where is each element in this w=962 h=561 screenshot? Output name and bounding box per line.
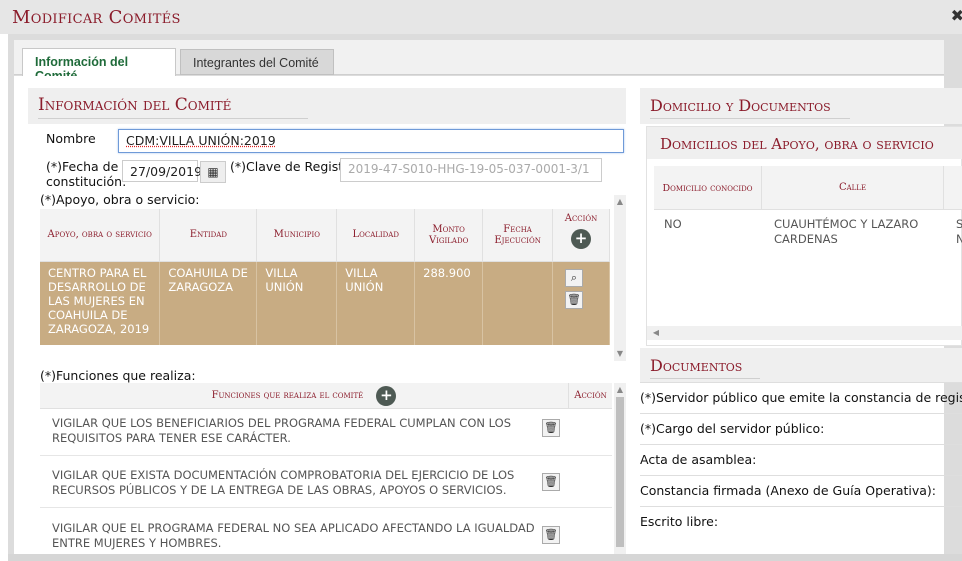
bottom-border	[8, 554, 962, 561]
title-underline	[38, 118, 308, 119]
cell-partial-1: S	[956, 217, 962, 231]
trash-icon[interactable]: 🗑	[542, 419, 560, 437]
col-calle: Calle	[762, 166, 944, 210]
trash-icon[interactable]: 🗑	[565, 291, 583, 309]
dialog-title: Modificar Comités	[12, 7, 181, 28]
col-domicilio-conocido: Domicilio conocido	[654, 166, 762, 210]
doc-cargo-servidor: (*)Cargo del servidor público:	[640, 413, 962, 444]
nombre-label: Nombre	[46, 131, 96, 146]
col-accion-label: Acción	[564, 213, 598, 224]
funciones-header: Funciones que realiza el comité +	[40, 383, 568, 409]
funciones-label: (*)Funciones que realiza:	[40, 368, 196, 383]
apoyo-label: (*)Apoyo, obra o servicio:	[40, 192, 200, 207]
fecha-label-line2: constitución:	[46, 174, 127, 189]
col-municipio: Municipio	[256, 209, 338, 262]
cell-calle: CUAUHTÉMOC Y LAZARO CARDENAS	[774, 217, 919, 246]
funciones-table-header: Funciones que realiza el comité + Acción	[40, 383, 612, 409]
cell-municipio: VILLA UNIÓN	[256, 261, 338, 345]
clave-input[interactable]: 2019-47-S010-HHG-19-05-037-0001-3/1	[340, 158, 602, 182]
col-fecha: Fecha Ejecución	[482, 209, 554, 262]
title-underline	[650, 118, 850, 119]
funciones-header-label: Funciones que realiza el comité	[211, 390, 364, 401]
list-item: VIGILAR QUE EXISTA DOCUMENTACIÓN COMPROB…	[52, 468, 515, 497]
col-monto: Monto Vigilado	[414, 209, 484, 262]
apoyo-table: Apoyo, obra o servicio Entidad Municipio…	[40, 209, 610, 345]
cell-monto: 288.900	[414, 261, 484, 345]
title-underline	[650, 378, 760, 379]
col-entidad: Entidad	[159, 209, 258, 262]
domicilios-title: Domicilios del Apoyo, obra o servicio	[660, 135, 934, 153]
cell-partial-2: N	[956, 232, 962, 246]
doc-escrito-libre: Escrito libre:	[640, 506, 962, 546]
col-localidad: Localidad	[336, 209, 416, 262]
cell-entidad: COAHUILA DE ZARAGOZA	[159, 261, 258, 345]
doc-acta-asamblea: Acta de asamblea:	[640, 444, 962, 475]
domicilio-section-title: Domicilio y Documentos	[650, 96, 831, 115]
nombre-value: CDM:VILLA UNIÓN:2019	[126, 133, 276, 148]
cell-partial: S N	[956, 217, 962, 247]
search-icon[interactable]: ⌕	[565, 269, 583, 287]
domicilios-table-header: Domicilio conocido Calle	[654, 166, 962, 210]
calendar-icon[interactable]: ▦	[200, 161, 226, 183]
divider	[40, 507, 612, 508]
doc-servidor-publico: (*)Servidor público que emite la constan…	[640, 382, 962, 413]
tab-informacion-comite[interactable]: Información del Comité	[22, 48, 176, 83]
apoyo-table-header: Apoyo, obra o servicio Entidad Municipio…	[40, 209, 610, 262]
list-item: VIGILAR QUE LOS BENEFICIARIOS DEL PROGRA…	[52, 416, 512, 445]
cell-fecha	[482, 261, 554, 345]
trash-icon[interactable]: 🗑	[542, 473, 560, 491]
fecha-label: (*)Fecha de constitución:	[46, 159, 126, 189]
nombre-input[interactable]: CDM:VILLA UNIÓN:2019	[118, 129, 624, 153]
fecha-input[interactable]: 27/09/2019	[122, 160, 202, 182]
scroll-left-arrow[interactable]: ◀	[651, 328, 661, 337]
list-item: VIGILAR QUE EL PROGRAMA FEDERAL NO SEA A…	[52, 521, 535, 550]
scroll-thumb[interactable]	[616, 397, 624, 547]
close-icon[interactable]: ✖	[951, 6, 962, 25]
cell-localidad: VILLA UNIÓN	[336, 261, 416, 345]
scroll-up-arrow[interactable]: ▲	[614, 197, 626, 206]
col-apoyo: Apoyo, obra o servicio	[40, 209, 161, 262]
funciones-scrollbar[interactable]: ▲	[614, 383, 626, 555]
info-section-title: Información del Comité	[38, 95, 232, 115]
fecha-label-line1: (*)Fecha de	[46, 159, 119, 174]
trash-icon[interactable]: 🗑	[542, 526, 560, 544]
divider	[40, 455, 612, 456]
scroll-down-arrow[interactable]: ▼	[614, 349, 626, 358]
documentos-title: Documentos	[650, 356, 743, 375]
funciones-accion-header: Acción	[568, 383, 612, 409]
scroll-up-arrow[interactable]: ▲	[614, 385, 626, 394]
modal-window: Modificar Comités ✖ Información del Comi…	[0, 0, 962, 561]
cell-apoyo: CENTRO PARA EL DESARROLLO DE LAS MUJERES…	[40, 261, 161, 345]
title-bar: Modificar Comités ✖	[0, 0, 962, 34]
col-accion: Acción +	[552, 209, 610, 262]
domicilios-h-scrollbar[interactable]: ◀	[647, 326, 962, 340]
cell-conocido: NO	[664, 217, 682, 231]
table-row[interactable]: CENTRO PARA EL DESARROLLO DE LAS MUJERES…	[40, 261, 610, 345]
doc-constancia-firmada: Constancia firmada (Anexo de Guía Operat…	[640, 475, 962, 506]
plus-circle-icon[interactable]: +	[376, 385, 397, 406]
apoyo-scrollbar[interactable]: ▲ ▼	[614, 195, 626, 361]
tab-integrantes-comite[interactable]: Integrantes del Comité	[180, 49, 334, 75]
plus-circle-icon[interactable]: +	[571, 229, 592, 249]
